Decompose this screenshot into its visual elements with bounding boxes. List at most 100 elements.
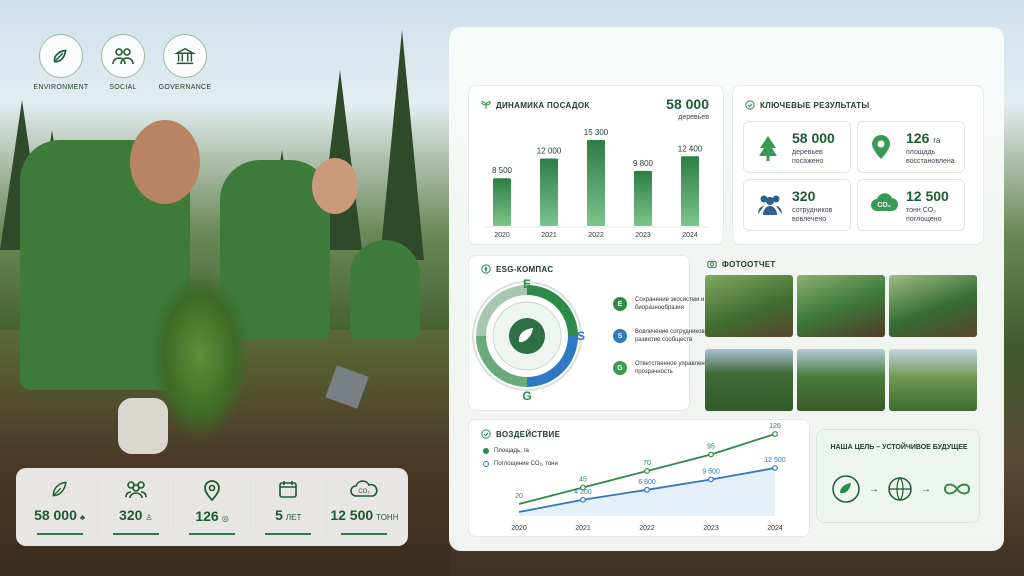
calendar-icon (279, 481, 298, 498)
co2-point (644, 486, 650, 493)
stat-value: 12 500 (330, 507, 374, 523)
people-icon (758, 195, 782, 215)
glove (118, 398, 168, 454)
goal-card: НАША ЦЕЛЬ – УСТОЙЧИВОЕ БУДУЩЕЕ → → (816, 429, 980, 523)
co2-label: 9 500 (702, 468, 720, 475)
stat-underline (36, 533, 83, 535)
stat-area: 126 ◎ (174, 479, 251, 535)
x-tick-label: 2023 (635, 232, 651, 239)
result-trees: 58 000 деревьев посажено (743, 121, 851, 173)
tree-silhouette (380, 30, 424, 260)
esg-label: SOCIAL (109, 84, 137, 91)
co2-label: 6 800 (638, 479, 656, 486)
x-tick-label: 2020 (494, 232, 510, 239)
stats-bar: 58 000 ♣ 320 ♙ 126 ◎ 5 ЛЕТ CO₂ 12 500 ТОНН (16, 468, 408, 546)
stat-underline (341, 533, 388, 535)
photo-5[interactable] (797, 349, 885, 411)
volunteer-head (312, 158, 358, 214)
result-desc: сотрудников вовлечено (792, 207, 833, 223)
photos-title: ФОТООТЧЕТ (707, 259, 776, 269)
co2-point (580, 496, 586, 503)
compass-badge: G (613, 361, 627, 375)
compass-title: ESG-КОМПАС (481, 264, 553, 274)
bar (634, 170, 652, 226)
arrow-icon: → (921, 483, 931, 495)
result-value: 58 000 (792, 130, 835, 146)
area-point (708, 451, 714, 458)
key-results-card: КЛЮЧЕВЫЕ РЕЗУЛЬТАТЫ 58 000 деревьев поса… (732, 85, 984, 245)
area-label: 126 (769, 423, 781, 430)
building-icon (163, 34, 207, 78)
tree-small-icon: ♣ (79, 513, 86, 522)
volunteer-head (130, 120, 200, 204)
bar (540, 158, 558, 226)
stat-unit: ЛЕТ (285, 513, 302, 522)
esg-label: ENVIRONMENT (33, 84, 89, 91)
person-small-icon: ♙ (145, 513, 153, 522)
co2-point (772, 465, 778, 471)
stat-years: 5 ЛЕТ (251, 479, 327, 535)
infinity-icon (943, 483, 971, 495)
photo-3[interactable] (889, 275, 977, 337)
x-tick-label: 2024 (682, 232, 698, 239)
stat-underline (265, 533, 312, 535)
co2-label: 4 200 (574, 489, 592, 496)
stat-unit: ТОНН (376, 513, 399, 522)
result-co2: CO₂ 12 500 тонн CO₂ поглощено (857, 179, 965, 231)
x-tick-label: 2020 (511, 525, 527, 532)
result-desc: площадь восстановлена (906, 149, 955, 165)
dashboard-panel: ДИНАМИКА ПОСАДОК 58 000 деревьев 8 500 20… (449, 27, 1004, 551)
bar-value-label: 9 800 (633, 159, 654, 168)
stat-co2: CO₂ 12 500 ТОНН (327, 479, 402, 535)
co2-point (708, 476, 714, 483)
bar-value-label: 12 400 (678, 144, 703, 153)
result-number: 126 (906, 130, 930, 146)
x-tick-label: 2022 (639, 525, 655, 532)
goal-flow: → → (831, 474, 975, 504)
svg-text:CO₂: CO₂ (359, 489, 371, 495)
result-employees: 320 сотрудников вовлечено (743, 179, 851, 231)
photo-4[interactable] (705, 349, 793, 411)
impact-card: ВОЗДЕЙСТВИЕ Площадь, га Поглощение CO₂, … (468, 419, 810, 537)
result-desc: тонн CO₂ поглощено (906, 207, 942, 223)
esg-compass-card: ESG-КОМПАС E S G E Сохранение экосистем … (468, 255, 716, 411)
photo-1[interactable] (705, 275, 793, 337)
key-results-title-text: КЛЮЧЕВЫЕ РЕЗУЛЬТАТЫ (760, 100, 870, 110)
stat-value: 320 (119, 507, 143, 523)
photos-title-text: ФОТООТЧЕТ (722, 259, 776, 269)
co2-icon: CO₂ (350, 480, 379, 497)
bar-value-label: 12 000 (537, 147, 562, 156)
arrow-icon: → (869, 483, 879, 495)
photo-6[interactable] (889, 349, 977, 411)
esg-environment: ENVIRONMENT (26, 34, 96, 91)
compass-letter-s: S (577, 329, 585, 343)
stat-value: 126 (195, 508, 219, 524)
area-point (644, 468, 650, 474)
area-label: 70 (643, 460, 651, 467)
compass-badge: S (613, 329, 627, 343)
esg-governance: GOVERNANCE (150, 34, 220, 91)
compass-letter-e: E (523, 277, 531, 291)
compass-letter-g: G (522, 389, 531, 403)
esg-social: SOCIAL (88, 34, 158, 91)
globe-icon (888, 477, 912, 501)
x-tick-label: 2021 (541, 232, 557, 239)
result-area: 126 га площадь восстановлена (857, 121, 965, 173)
result-value: 126 га (906, 130, 940, 146)
leaf-hand-icon (832, 475, 860, 503)
leaf-hand-icon (39, 34, 83, 78)
photo-2[interactable] (797, 275, 885, 337)
svg-text:CO₂: CO₂ (877, 202, 891, 209)
leaf-icon (52, 481, 67, 497)
volunteer-back (350, 240, 420, 340)
stat-value: 5 (275, 507, 283, 523)
compass-badge: E (613, 297, 627, 311)
x-tick-label: 2023 (703, 525, 719, 532)
key-results-title: КЛЮЧЕВЫЕ РЕЗУЛЬТАТЫ (745, 100, 870, 110)
bar-value-label: 8 500 (492, 166, 513, 175)
check-circle-icon (745, 100, 755, 110)
plantings-bar-chart: 8 500 2020 12 000 2021 15 300 2022 9 800 2023 12… (485, 128, 709, 239)
photo-report: ФОТООТЧЕТ (705, 255, 985, 411)
x-tick-label: 2021 (575, 525, 591, 532)
location-icon (872, 135, 890, 159)
